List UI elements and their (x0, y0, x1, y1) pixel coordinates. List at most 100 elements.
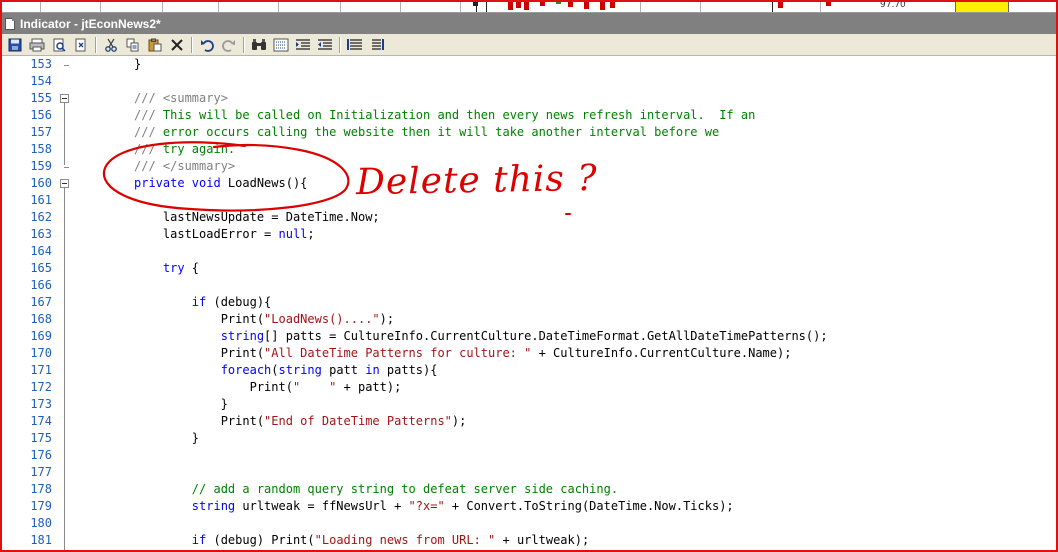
code-token: patts){ (386, 363, 438, 377)
code-line[interactable]: 156 /// This will be called on Initializa… (2, 107, 1056, 124)
outdent-icon[interactable] (315, 36, 335, 54)
code-text: if (debug) Print("Loading news from URL:… (134, 532, 589, 549)
paste-icon[interactable] (145, 36, 165, 54)
code-token: string (134, 499, 243, 513)
undo-icon[interactable] (197, 36, 217, 54)
line-number: 162 (30, 210, 52, 224)
code-line[interactable]: 157 /// error occurs calling the website … (2, 124, 1056, 141)
code-line[interactable]: 173 } (2, 396, 1056, 413)
code-text: } (134, 56, 141, 73)
chart-candle-wick (486, 0, 487, 12)
uncomment-icon[interactable] (367, 36, 387, 54)
code-text: foreach(string patt in patts){ (134, 362, 438, 379)
chart-gridline (460, 0, 461, 12)
line-number: 157 (30, 125, 52, 139)
find-icon[interactable] (249, 36, 269, 54)
code-token: [] patts = CultureInfo.CurrentCulture.Da… (264, 329, 828, 343)
chart-candle (508, 0, 513, 10)
fold-guide (64, 188, 65, 550)
code-editor[interactable]: 153} 154 155/// <summary> 156/// This will … (2, 56, 1056, 550)
code-line[interactable]: 175 } (2, 430, 1056, 447)
line-number: 173 (30, 397, 52, 411)
line-number: 160 (30, 176, 52, 190)
toolbar-separator (339, 36, 341, 53)
code-line[interactable]: 165 try { (2, 260, 1056, 277)
comment-icon[interactable] (345, 36, 365, 54)
code-line[interactable]: 172 Print(" " + patt); (2, 379, 1056, 396)
print-preview-icon[interactable] (49, 36, 69, 54)
code-line[interactable]: 162 lastNewsUpdate = DateTime.Now; (2, 209, 1056, 226)
code-token: + urltweak); (495, 533, 590, 547)
chart-gridline (40, 0, 41, 12)
line-number: 172 (30, 380, 52, 394)
code-line[interactable]: 158 /// try again. (2, 141, 1056, 158)
code-token: + patt); (336, 380, 402, 394)
save-icon[interactable] (5, 36, 25, 54)
line-number: 177 (30, 465, 52, 479)
code-line[interactable]: 179 string urltweak = ffNewsUrl + "?x=" … (2, 498, 1056, 515)
code-text: lastLoadError = null; (134, 226, 315, 243)
code-token: /// <summary> (134, 91, 228, 105)
code-text: Print(" " + patt); (134, 379, 402, 396)
code-line[interactable]: 160 private void LoadNews(){ (2, 175, 1056, 192)
line-number: 169 (30, 329, 52, 343)
code-token: ); (379, 312, 395, 326)
delete-icon[interactable] (167, 36, 187, 54)
indent-icon[interactable] (293, 36, 313, 54)
code-line[interactable]: 176 (2, 447, 1056, 464)
chart-gridline (700, 0, 701, 12)
code-line[interactable]: 180 (2, 515, 1056, 532)
code-line[interactable]: 168 Print("LoadNews()...."); (2, 311, 1056, 328)
code-line[interactable]: 153} (2, 56, 1056, 73)
code-token: /// (134, 108, 163, 122)
chart-price-label: 97.70 (880, 0, 906, 10)
code-line[interactable]: 155 /// <summary> (2, 90, 1056, 107)
page-setup-icon[interactable] (71, 36, 91, 54)
fold-collapse-icon[interactable] (60, 179, 69, 188)
code-line[interactable]: 177 (2, 464, 1056, 481)
line-number: 153 (30, 57, 52, 71)
code-line[interactable]: 163 lastLoadError = null; (2, 226, 1056, 243)
chart-candle (568, 0, 573, 7)
line-number: 165 (30, 261, 52, 275)
code-token: } (134, 431, 200, 445)
redo-icon[interactable] (219, 36, 239, 54)
fold-collapse-icon[interactable] (60, 94, 69, 103)
code-text: string urltweak = ffNewsUrl + "?x=" + Co… (134, 498, 734, 515)
line-number: 168 (30, 312, 52, 326)
code-line[interactable]: 169 string[] patts = CultureInfo.Current… (2, 328, 1056, 345)
code-token: + CultureInfo.CurrentCulture.Name); (531, 346, 792, 360)
code-token: if (134, 295, 214, 309)
code-line[interactable]: 154 (2, 73, 1056, 90)
window-titlebar[interactable]: Indicator - jtEconNews2* (2, 12, 1056, 34)
code-line[interactable]: 174 Print("End of DateTime Patterns"); (2, 413, 1056, 430)
background-chart-strip: 97.70 (0, 0, 1058, 12)
line-number: 175 (30, 431, 52, 445)
code-line[interactable]: 167 if (debug){ (2, 294, 1056, 311)
code-line[interactable]: 166 (2, 277, 1056, 294)
line-number: 154 (30, 74, 52, 88)
chart-candle (826, 0, 831, 6)
code-token: (debug) Print( (213, 533, 315, 547)
find-replace-icon[interactable] (271, 36, 291, 54)
print-icon[interactable] (27, 36, 47, 54)
code-token: urltweak = ffNewsUrl + (242, 499, 409, 513)
copy-icon[interactable] (123, 36, 143, 54)
code-text: // add a random query string to defeat s… (134, 481, 618, 498)
code-line[interactable]: 170 Print("All DateTime Patterns for cul… (2, 345, 1056, 362)
line-number: 176 (30, 448, 52, 462)
chart-candle-wick (772, 0, 773, 12)
code-line[interactable]: 161 (2, 192, 1056, 209)
code-line[interactable]: 171 foreach(string patt in patts){ (2, 362, 1056, 379)
line-number: 164 (30, 244, 52, 258)
code-token: null (278, 227, 308, 241)
code-line[interactable]: 181 if (debug) Print("Loading news from … (2, 532, 1056, 549)
editor-toolbar (2, 34, 1056, 56)
code-text: /// <summary> (134, 90, 228, 107)
code-token: if (134, 533, 214, 547)
code-line[interactable]: 159 /// </summary> (2, 158, 1056, 175)
cut-icon[interactable] (101, 36, 121, 54)
code-line[interactable]: 164 (2, 243, 1056, 260)
code-token: try (134, 261, 192, 275)
code-line[interactable]: 178 // add a random query string to defe… (2, 481, 1056, 498)
